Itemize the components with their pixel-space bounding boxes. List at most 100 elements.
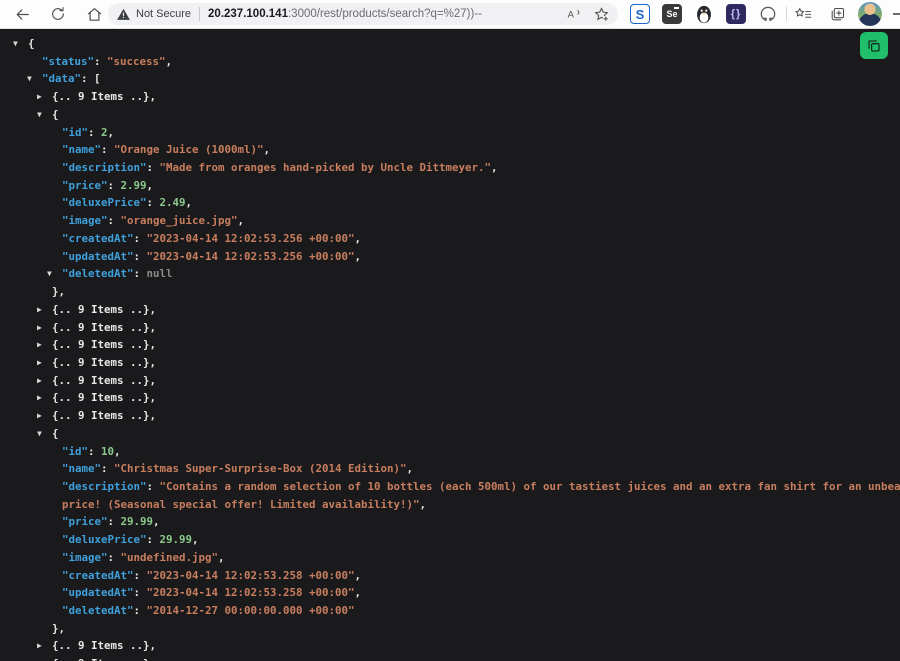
json-line: "createdAt": "2023-04-14 12:02:53.258 +0… bbox=[0, 567, 900, 585]
json-collapsed-line[interactable]: ▶ {.. 9 Items ..}, bbox=[0, 319, 900, 337]
json-key: "createdAt" bbox=[62, 232, 134, 245]
json-string: "Made from oranges hand-picked by Uncle … bbox=[160, 161, 492, 174]
selenium-ide-extension-icon[interactable]: Se bbox=[662, 4, 682, 24]
json-punct: {.. 9 Items ..}, bbox=[52, 90, 156, 103]
expand-toggle-icon[interactable]: ▼ bbox=[37, 425, 42, 443]
favorites-button[interactable] bbox=[792, 4, 814, 24]
json-punct: , bbox=[355, 232, 362, 245]
json-punct: : bbox=[134, 604, 147, 617]
json-punct: , bbox=[420, 498, 427, 511]
json-punct: : bbox=[147, 533, 160, 546]
expand-toggle-icon[interactable]: ▼ bbox=[13, 35, 18, 53]
json-line: }, bbox=[0, 283, 900, 301]
expand-toggle-icon[interactable]: ▶ bbox=[37, 655, 42, 661]
json-key: "updatedAt" bbox=[62, 586, 134, 599]
settings-menu-icon[interactable] bbox=[893, 13, 900, 15]
json-tree: ▼{"status": "success",▼"data": [▶{.. 9 I… bbox=[0, 35, 900, 661]
json-punct: , bbox=[186, 196, 193, 209]
json-collapsed-line[interactable]: ▶{.. 9 Items ..}, bbox=[0, 389, 900, 407]
json-punct: , bbox=[147, 179, 154, 192]
url-text[interactable]: 20.237.100.141:3000/rest/products/search… bbox=[208, 8, 560, 20]
json-line: "id": 2, bbox=[0, 124, 900, 142]
json-punct: { bbox=[28, 37, 35, 50]
expand-toggle-icon[interactable]: ▼ bbox=[27, 70, 32, 88]
expand-toggle-icon[interactable]: ▶ bbox=[37, 88, 42, 106]
json-punct: {.. 9 Items ..}, bbox=[52, 409, 156, 422]
json-punct: : bbox=[108, 515, 121, 528]
json-line: "deluxePrice": 2.49, bbox=[0, 194, 900, 212]
json-punct: {.. 9 Items ..}, bbox=[52, 321, 156, 334]
svg-text:A: A bbox=[568, 9, 575, 19]
json-collapsed-line[interactable]: ▶ {.. 9 Items ..}, bbox=[0, 88, 900, 106]
json-punct: , bbox=[491, 161, 498, 174]
expand-toggle-icon[interactable]: ▶ bbox=[37, 637, 42, 655]
s-extension-icon[interactable]: S bbox=[630, 4, 650, 24]
json-key: "id" bbox=[62, 126, 88, 139]
expand-toggle-icon[interactable]: ▶ bbox=[37, 301, 42, 319]
json-line: "name": "Christmas Super-Surprise-Box (2… bbox=[0, 460, 900, 478]
expand-toggle-icon[interactable]: ▼ bbox=[37, 106, 42, 124]
json-punct: { bbox=[52, 427, 59, 440]
penguin-extension-icon[interactable] bbox=[694, 4, 714, 24]
json-collapsed-line[interactable]: ▶{.. 9 Items ..}, bbox=[0, 637, 900, 655]
json-string: "orange_juice.jpg" bbox=[121, 214, 238, 227]
expand-toggle-icon[interactable]: ▶ bbox=[37, 372, 42, 390]
json-punct: , bbox=[218, 551, 225, 564]
json-key: "description" bbox=[62, 480, 147, 493]
json-punct: : bbox=[101, 462, 114, 475]
expand-toggle-icon[interactable]: ▶ bbox=[37, 389, 42, 407]
security-label: Not Secure bbox=[136, 8, 191, 20]
profile-avatar[interactable] bbox=[858, 2, 882, 26]
read-aloud-icon[interactable]: A bbox=[566, 7, 583, 22]
expand-toggle-icon[interactable]: ▼ bbox=[47, 265, 52, 283]
json-line: "price": 2.99, bbox=[0, 177, 900, 195]
octocat-glyph bbox=[759, 5, 777, 23]
json-line: }, bbox=[0, 620, 900, 638]
json-punct: : bbox=[108, 551, 121, 564]
refresh-button[interactable] bbox=[46, 2, 70, 26]
json-punct: {.. 9 Items ..}, bbox=[52, 374, 156, 387]
json-key: "name" bbox=[62, 143, 101, 156]
json-line: "description": "Contains a random select… bbox=[0, 478, 900, 496]
json-line: "price": 29.99, bbox=[0, 513, 900, 531]
json-key: "image" bbox=[62, 551, 108, 564]
url-path: :3000/rest/products/search?q=%27))-- bbox=[288, 8, 482, 20]
json-line: ▼{ bbox=[0, 35, 900, 53]
json-braces-extension-icon[interactable]: {} bbox=[726, 4, 746, 24]
json-collapsed-line[interactable]: ▶{.. 9 Items ..}, bbox=[0, 655, 900, 661]
back-button[interactable] bbox=[10, 2, 34, 26]
json-key: "deluxePrice" bbox=[62, 196, 147, 209]
json-punct: : bbox=[108, 179, 121, 192]
collections-button[interactable] bbox=[826, 4, 848, 24]
json-collapsed-line[interactable]: ▶{.. 9 Items ..}, bbox=[0, 336, 900, 354]
json-punct: : bbox=[134, 569, 147, 582]
json-punct: {.. 9 Items ..}, bbox=[52, 356, 156, 369]
json-line: price! (Seasonal special offer! Limited … bbox=[0, 496, 900, 514]
json-collapsed-line[interactable]: ▶{.. 9 Items ..}, bbox=[0, 301, 900, 319]
json-string: "2023-04-14 12:02:53.256 +00:00" bbox=[147, 250, 355, 263]
home-button[interactable] bbox=[82, 2, 106, 26]
json-collapsed-line[interactable]: ▶ {.. 9 Items ..}, bbox=[0, 372, 900, 390]
json-punct: , bbox=[114, 445, 121, 458]
json-viewer: ▼{"status": "success",▼"data": [▶{.. 9 I… bbox=[0, 29, 900, 661]
address-bar[interactable]: Not Secure 20.237.100.141:3000/rest/prod… bbox=[108, 3, 618, 25]
expand-toggle-icon[interactable]: ▶ bbox=[37, 319, 42, 337]
expand-toggle-icon[interactable]: ▶ bbox=[37, 407, 42, 425]
json-punct: , bbox=[407, 462, 414, 475]
json-line: "deletedAt": "2014-12-27 00:00:00.000 +0… bbox=[0, 602, 900, 620]
json-punct: : bbox=[134, 232, 147, 245]
json-key: "data" bbox=[42, 72, 81, 85]
json-key: "updatedAt" bbox=[62, 250, 134, 263]
json-punct: , bbox=[166, 55, 173, 68]
expand-toggle-icon[interactable]: ▶ bbox=[37, 336, 42, 354]
expand-toggle-icon[interactable]: ▶ bbox=[37, 354, 42, 372]
json-key: "price" bbox=[62, 515, 108, 528]
octocat-extension-icon[interactable] bbox=[758, 4, 778, 24]
json-collapsed-line[interactable]: ▶ {.. 9 Items ..}, bbox=[0, 354, 900, 372]
json-number: 2.49 bbox=[160, 196, 186, 209]
add-favorite-star-icon[interactable] bbox=[593, 6, 610, 23]
json-punct: : bbox=[147, 196, 160, 209]
json-number: 10 bbox=[101, 445, 114, 458]
json-punct: : bbox=[147, 480, 160, 493]
json-collapsed-line[interactable]: ▶ {.. 9 Items ..}, bbox=[0, 407, 900, 425]
